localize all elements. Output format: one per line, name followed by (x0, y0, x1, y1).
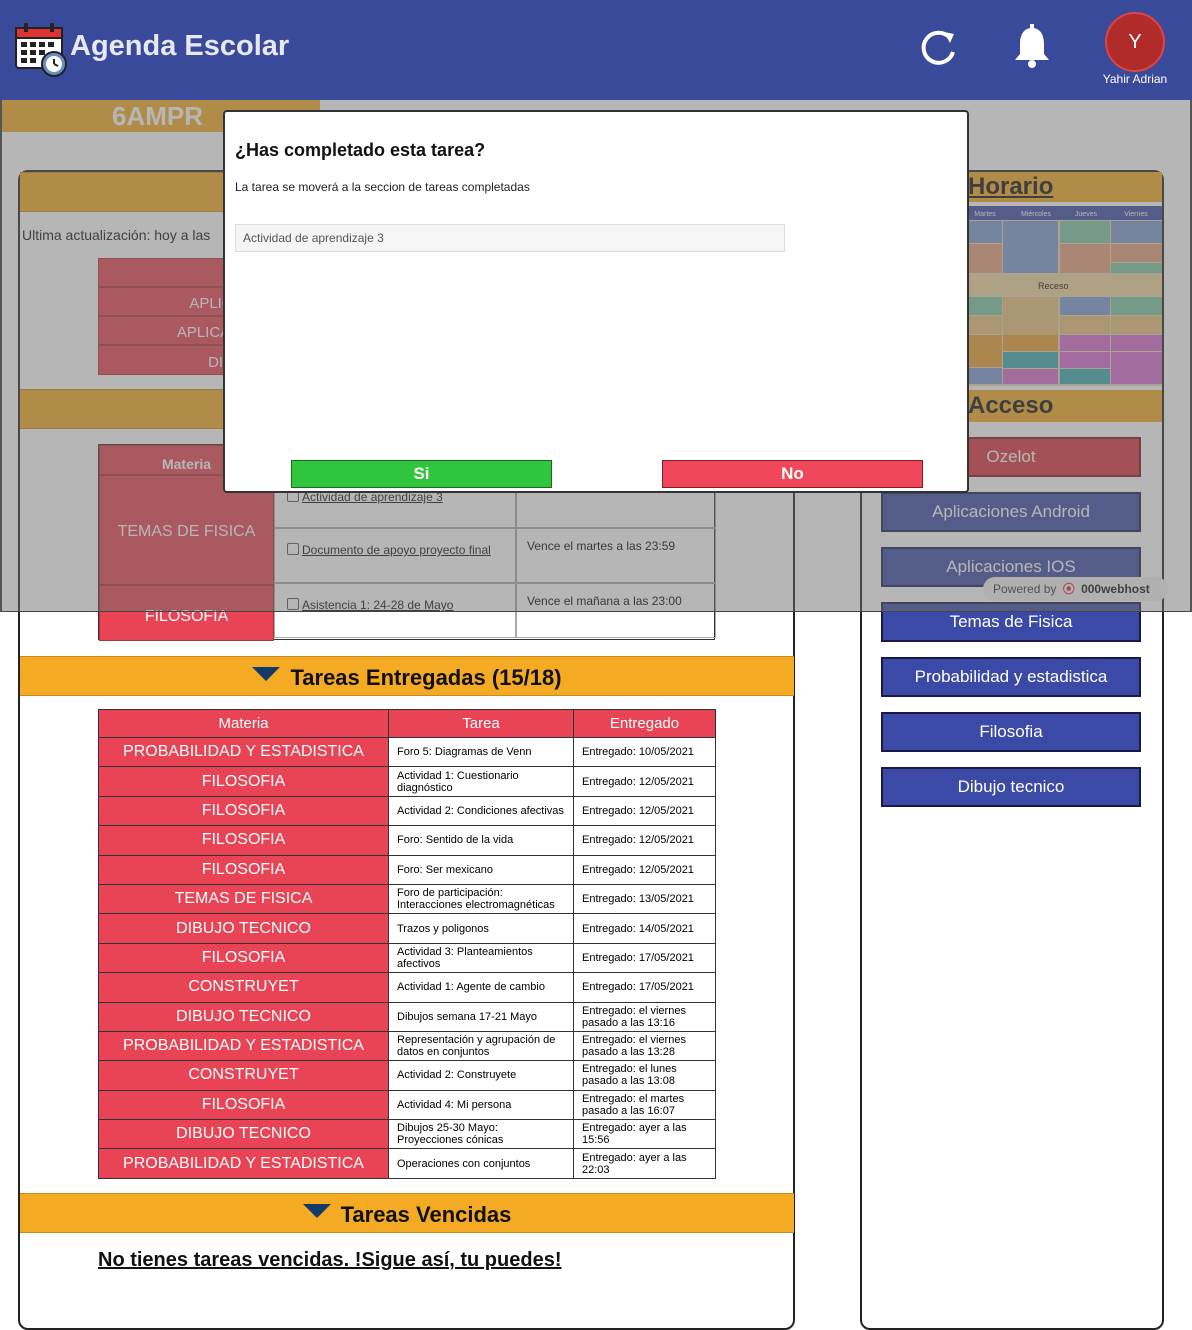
link-probabilidad-button[interactable]: Probabilidad y estadistica (881, 657, 1141, 697)
task-cell: Trazos y poligonos (388, 913, 574, 944)
subject-cell: FILOSOFIA (98, 942, 389, 974)
task-cell: Foro de participación: Interacciones ele… (388, 883, 574, 915)
delivered-date-cell: Entregado: el lunes pasado a las 13:08 (573, 1060, 716, 1091)
subject-cell: CONSTRUYET (98, 972, 389, 1003)
delivered-title: Tareas Entregadas (15/18) (290, 665, 562, 690)
dialog-message: La tarea se moverá a la seccion de tarea… (235, 180, 530, 194)
backdrop-edge (0, 100, 2, 612)
delivered-date-cell: Entregado: 10/05/2021 (573, 736, 716, 768)
subject-cell: DIBUJO TECNICO (98, 913, 389, 944)
subject-cell: DIBUJO TECNICO (98, 1119, 389, 1150)
subject-cell: FILOSOFIA (98, 854, 389, 885)
task-cell: Operaciones con conjuntos (388, 1148, 574, 1179)
delivered-date-cell: Entregado: 12/05/2021 (573, 854, 716, 885)
task-cell: Foro 5: Diagramas de Venn (388, 736, 574, 768)
delivered-date-cell: Entregado: 17/05/2021 (573, 972, 716, 1003)
subject-cell: FILOSOFIA (98, 1089, 389, 1121)
table-row: PROBABILIDAD Y ESTADISTICA Foro 5: Diagra… (98, 736, 716, 768)
delivered-section-header[interactable]: Tareas Entregadas (15/18) (20, 656, 794, 696)
task-cell: Actividad 2: Condiciones afectivas (388, 795, 574, 827)
task-cell: Actividad 2: Construyete (388, 1060, 574, 1091)
yes-button[interactable]: Si (291, 460, 552, 488)
subject-cell: DIBUJO TECNICO (98, 1001, 389, 1032)
table-row: DIBUJO TECNICO Trazos y poligonos Entregad… (98, 913, 716, 944)
task-cell: Dibujos 25-30 Mayo: Proyecciones cónicas (388, 1119, 574, 1150)
table-row: FILOSOFIA Actividad 3: Planteamientos afe… (98, 942, 716, 974)
subject-cell: FILOSOFIA (98, 825, 389, 856)
user-avatar[interactable]: Y (1105, 12, 1165, 72)
task-cell: Actividad 1: Cuestionario diagnóstico (388, 766, 574, 797)
subject-cell: FILOSOFIA (98, 766, 389, 797)
task-cell: Representación y agrupación de datos en … (388, 1030, 574, 1062)
delivered-date-cell: Entregado: 13/05/2021 (573, 883, 716, 915)
subject-cell: PROBABILIDAD Y ESTADISTICA (98, 736, 389, 768)
table-row: FILOSOFIA Actividad 1: Cuestionario diagn… (98, 766, 716, 797)
app-title: Agenda Escolar (70, 30, 290, 62)
table-row: DIBUJO TECNICO Dibujos 25-30 Mayo: Proyec… (98, 1119, 716, 1150)
delivered-date-cell: Entregado: el martes pasado a las 16:07 (573, 1089, 716, 1121)
subject-cell: CONSTRUYET (98, 1060, 389, 1091)
dialog-title: ¿Has completado esta tarea? (235, 140, 486, 160)
column-header-tarea: Tarea (388, 709, 574, 738)
bell-icon[interactable] (1012, 24, 1052, 70)
table-row: PROBABILIDAD Y ESTADISTICA Operaciones co… (98, 1148, 716, 1179)
subject-cell: PROBABILIDAD Y ESTADISTICA (98, 1030, 389, 1062)
no-overdue-message[interactable]: No tienes tareas vencidas. !Sigue así, t… (98, 1249, 562, 1272)
subject-cell: TEMAS DE FISICA (98, 883, 389, 915)
delivered-date-cell: Entregado: 12/05/2021 (573, 766, 716, 797)
task-cell: Actividad 1: Agente de cambio (388, 972, 574, 1003)
delivered-date-cell: Entregado: ayer a las 22:03 (573, 1148, 716, 1179)
confirm-dialog: ¿Has completado esta tarea? La tarea se … (223, 110, 969, 493)
delivered-date-cell: Entregado: 17/05/2021 (573, 942, 716, 974)
subject-cell: PROBABILIDAD Y ESTADISTICA (98, 1148, 389, 1179)
overdue-section-header[interactable]: Tareas Vencidas (20, 1193, 794, 1233)
table-row: FILOSOFIA Foro: Sentido de la vida Entrega… (98, 825, 716, 856)
table-row: CONSTRUYET Actividad 2: Construyete Entreg… (98, 1060, 716, 1091)
task-cell: Actividad 4: Mi persona (388, 1089, 574, 1121)
table-row: FILOSOFIA Foro: Ser mexicano Entregado: 12… (98, 854, 716, 885)
calendar-clock-icon[interactable] (14, 22, 68, 78)
task-cell: Foro: Sentido de la vida (388, 825, 574, 856)
task-cell: Foro: Ser mexicano (388, 854, 574, 885)
delivered-date-cell: Entregado: el viernes pasado a las 13:28 (573, 1030, 716, 1062)
collapse-triangle-icon[interactable] (252, 667, 281, 681)
delivered-date-cell: Entregado: 14/05/2021 (573, 913, 716, 944)
column-header-entregado: Entregado (573, 709, 716, 738)
table-row: DIBUJO TECNICO Dibujos semana 17-21 Mayo E… (98, 1001, 716, 1032)
table-row: FILOSOFIA Actividad 2: Condiciones afecti… (98, 795, 716, 827)
user-name: Yahir Adrian (1102, 72, 1168, 86)
table-row: TEMAS DE FISICA Foro de participación: In… (98, 883, 716, 915)
table-row: FILOSOFIA Actividad 4: Mi persona Entregad… (98, 1089, 716, 1121)
delivered-date-cell: Entregado: 12/05/2021 (573, 825, 716, 856)
task-cell: Actividad 3: Planteamientos afectivos (388, 942, 574, 974)
link-filosofia-button[interactable]: Filosofia (881, 712, 1141, 752)
task-cell: Dibujos semana 17-21 Mayo (388, 1001, 574, 1032)
column-header-materia: Materia (98, 709, 389, 738)
task-name-field[interactable]: Actividad de aprendizaje 3 (235, 224, 785, 252)
link-dibujo-tecnico-button[interactable]: Dibujo tecnico (881, 767, 1141, 807)
delivered-date-cell: Entregado: ayer a las 15:56 (573, 1119, 716, 1150)
table-row: PROBABILIDAD Y ESTADISTICA Representación… (98, 1030, 716, 1062)
table-row: CONSTRUYET Actividad 1: Agente de cambio E… (98, 972, 716, 1003)
subject-cell: FILOSOFIA (98, 795, 389, 827)
no-button[interactable]: No (662, 460, 923, 488)
delivered-date-cell: Entregado: el viernes pasado a las 13:16 (573, 1001, 716, 1032)
collapse-triangle-icon[interactable] (302, 1204, 331, 1218)
overdue-title: Tareas Vencidas (340, 1202, 512, 1227)
delivered-date-cell: Entregado: 12/05/2021 (573, 795, 716, 827)
delivered-tasks-table: Materia Tarea Entregado PROBABILIDAD Y E… (98, 709, 716, 1179)
refresh-icon[interactable] (916, 26, 960, 70)
